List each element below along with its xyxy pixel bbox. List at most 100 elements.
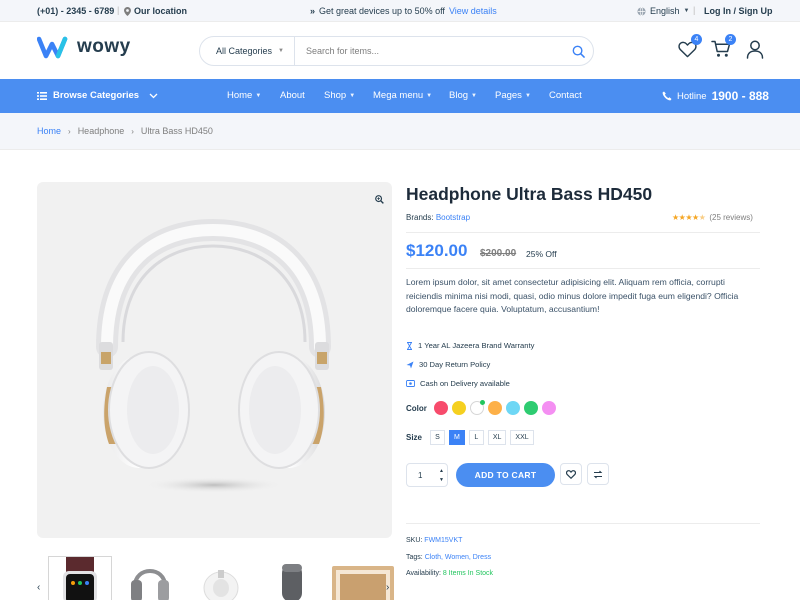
thumbnail-tablet[interactable] bbox=[332, 556, 396, 600]
chevron-down-icon: ▼ bbox=[255, 92, 262, 99]
product-rating[interactable]: ★★★★★ (25 reviews) bbox=[672, 213, 753, 222]
quantity-stepper[interactable]: 1 ▲ ▼ bbox=[406, 463, 448, 487]
color-swatch-green[interactable] bbox=[523, 401, 538, 415]
thumbnail-white-headphone[interactable] bbox=[190, 556, 254, 600]
phone-number[interactable]: (+01) - 2345 - 6789 bbox=[37, 6, 114, 16]
quantity-value: 1 bbox=[418, 470, 423, 480]
nav-item-contact[interactable]: Contact bbox=[549, 90, 582, 101]
divider bbox=[406, 523, 760, 524]
color-swatch-light-blue[interactable] bbox=[505, 401, 520, 415]
size-option-xxl[interactable]: XXL bbox=[510, 430, 534, 445]
login-signup-link[interactable]: Log In / Sign Up bbox=[704, 6, 773, 16]
caret-down-icon[interactable]: ▼ bbox=[439, 476, 444, 485]
add-to-wishlist-button[interactable] bbox=[560, 463, 582, 485]
tags-label: Tags: bbox=[406, 553, 423, 561]
chevron-down-icon bbox=[149, 93, 158, 98]
color-swatch-pink[interactable] bbox=[541, 401, 556, 415]
quantity-arrows: ▲ ▼ bbox=[439, 467, 444, 485]
shuffle-icon bbox=[593, 470, 603, 478]
divider bbox=[406, 232, 760, 233]
header-actions: 4 2 bbox=[676, 34, 766, 60]
language-selector[interactable]: English ▼ bbox=[637, 6, 689, 16]
brand-link[interactable]: Bootstrap bbox=[436, 213, 470, 222]
feature-item: 1 Year AL Jazeera Brand Warranty bbox=[406, 336, 534, 355]
nav-item-label: About bbox=[280, 90, 305, 101]
breadcrumb-current: Ultra Bass HD450 bbox=[140, 126, 213, 136]
warranty-icon bbox=[407, 341, 412, 350]
hotline[interactable]: Hotline 1900 - 888 bbox=[662, 89, 769, 103]
logo[interactable]: wowy bbox=[37, 35, 131, 59]
globe-icon bbox=[637, 6, 646, 16]
breadcrumb-separator: › bbox=[131, 126, 134, 136]
sku-label: SKU: bbox=[406, 537, 423, 544]
size-option-xl[interactable]: XL bbox=[487, 430, 507, 445]
thumbnail-smart-watch[interactable] bbox=[48, 556, 112, 600]
thumbnail-grey-headphone[interactable] bbox=[119, 556, 183, 600]
size-option-l[interactable]: L bbox=[468, 430, 484, 445]
add-to-cart-button[interactable]: ADD TO CART bbox=[456, 463, 555, 487]
discount-badge: 25% Off bbox=[526, 249, 557, 259]
nav-item-label: Shop bbox=[324, 90, 347, 101]
nav-item-pages[interactable]: Pages ▼ bbox=[495, 90, 549, 101]
search-input[interactable] bbox=[295, 37, 563, 65]
product-description: Lorem ipsum dolor, sit amet consectetur … bbox=[406, 277, 739, 314]
sku-value: FWM15VKT bbox=[424, 537, 463, 544]
location-link[interactable]: Our location bbox=[124, 6, 187, 16]
logo-w-icon bbox=[37, 36, 68, 59]
double-chevron-icon: » bbox=[310, 6, 316, 16]
breadcrumb-home[interactable]: Home bbox=[37, 126, 61, 136]
breadcrumb-category[interactable]: Headphone bbox=[78, 126, 125, 136]
nav-item-blog[interactable]: Blog ▼ bbox=[449, 90, 495, 101]
cart-count-badge: 2 bbox=[725, 34, 736, 45]
category-select-label: All Categories bbox=[216, 46, 273, 56]
color-swatch-white[interactable] bbox=[469, 400, 485, 415]
thumbnail-speaker[interactable] bbox=[261, 556, 325, 600]
wishlist-button[interactable]: 4 bbox=[676, 34, 702, 60]
chevron-left-icon[interactable]: ‹ bbox=[37, 582, 40, 593]
tags-row: Tags: Cloth, Women, Dress bbox=[406, 550, 493, 567]
headphone-illustration bbox=[96, 218, 331, 493]
browse-categories-button[interactable]: Browse Categories bbox=[37, 90, 158, 101]
product-title: Headphone Ultra Bass HD450 bbox=[406, 184, 653, 204]
compare-button[interactable] bbox=[587, 463, 609, 485]
size-option-m[interactable]: M bbox=[449, 430, 465, 445]
feature-text: 30 Day Return Policy bbox=[419, 360, 491, 370]
nav-item-about[interactable]: About bbox=[280, 90, 324, 101]
color-swatch-red[interactable] bbox=[433, 401, 448, 415]
nav-item-label: Contact bbox=[549, 90, 582, 101]
product-main-image[interactable] bbox=[37, 182, 392, 538]
feature-text: Cash on Delivery available bbox=[420, 379, 510, 389]
feature-text: 1 Year AL Jazeera Brand Warranty bbox=[418, 341, 535, 351]
chevron-down-icon: ▼ bbox=[426, 92, 433, 99]
nav-item-mega-menu[interactable]: Mega menu ▼ bbox=[373, 90, 449, 101]
brand-label: Brands: bbox=[406, 213, 434, 222]
list-icon bbox=[37, 91, 47, 100]
search-button[interactable] bbox=[563, 45, 593, 58]
search-bar: All Categories ▼ bbox=[199, 36, 594, 66]
cash-icon bbox=[406, 380, 415, 388]
category-select[interactable]: All Categories ▼ bbox=[200, 37, 295, 65]
chevron-right-icon[interactable]: › bbox=[386, 582, 389, 593]
nav-item-home[interactable]: Home ▼ bbox=[227, 90, 280, 101]
size-option-s[interactable]: S bbox=[430, 430, 446, 445]
logo-text: wowy bbox=[77, 36, 131, 57]
availability-label: Availability: bbox=[406, 570, 441, 578]
cart-button[interactable]: 2 bbox=[710, 34, 736, 60]
caret-down-icon: ▼ bbox=[278, 48, 284, 54]
color-swatch-orange[interactable] bbox=[487, 401, 502, 415]
divider: | bbox=[117, 5, 120, 15]
caret-up-icon[interactable]: ▲ bbox=[439, 467, 444, 476]
color-swatch-yellow[interactable] bbox=[451, 401, 466, 415]
divider bbox=[406, 268, 760, 269]
color-label: Color bbox=[406, 403, 427, 413]
divider: | bbox=[693, 5, 696, 15]
wishlist-count-badge: 4 bbox=[691, 34, 702, 45]
old-price: $200.00 bbox=[480, 248, 517, 259]
availability-row: Availability: 8 Items In Stock bbox=[406, 566, 493, 583]
size-label: Size bbox=[406, 433, 423, 442]
user-icon bbox=[746, 40, 764, 59]
account-button[interactable] bbox=[744, 38, 766, 60]
promo-link[interactable]: View details bbox=[449, 6, 497, 16]
tags-value[interactable]: Cloth, Women, Dress bbox=[425, 554, 491, 561]
nav-item-shop[interactable]: Shop ▼ bbox=[324, 90, 373, 101]
